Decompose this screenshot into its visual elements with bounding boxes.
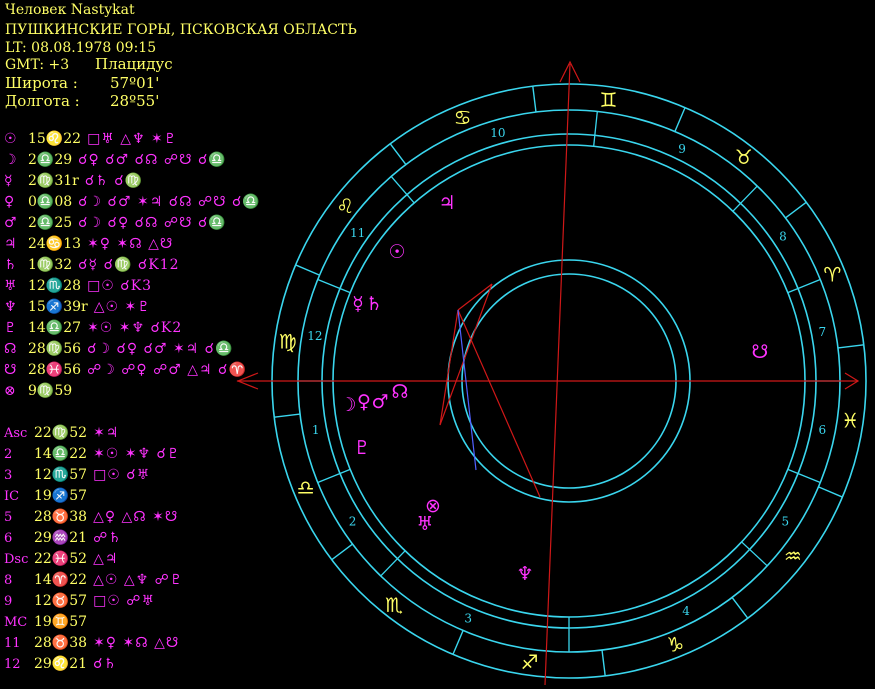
planet-glyph: ♆ [516,563,533,585]
house-number: 2 [349,515,357,529]
house-number: 7 [818,325,826,339]
planet-glyph: ♇ [353,437,370,459]
zodiac-divider [532,86,537,113]
mc-ic-axis [544,63,571,686]
house-cusp-line [787,278,821,294]
zodiac-sign-glyph: ♓ [841,409,859,433]
zodiac-divider [389,143,407,165]
zodiac-divider [295,264,320,276]
planet-glyph: ⊗ [425,495,441,517]
house-number: 4 [682,604,690,618]
planet-glyph: ♃ [438,192,455,214]
house-number: 5 [782,515,790,529]
planet-glyph: ♀ [357,391,371,413]
house-number: 6 [818,423,826,437]
house-number: 8 [779,230,787,244]
house-cusp-line [787,468,821,484]
house-cusp-line [317,278,351,294]
house-number: 10 [490,126,505,140]
house-number: 3 [464,611,472,625]
planet-glyph: ♂ [371,391,388,413]
aspect-line [439,283,493,426]
aspect-line [457,309,541,498]
zodiac-divider [674,107,686,132]
house-number: 11 [350,226,365,240]
zodiac-sign-glyph: ♋ [454,106,472,130]
house-cusp-line [593,111,598,147]
planet-glyph: ☉ [388,241,405,263]
zodiac-divider [601,649,606,676]
zodiac-divider [818,486,843,498]
planet-glyph: ♄ [365,293,382,315]
planet-glyph: ☋ [752,341,769,363]
zodiac-sign-glyph: ♒ [784,544,802,568]
zodiac-sign-glyph: ♉ [735,145,753,169]
zodiac-divider [452,630,464,655]
zodiac-sign-glyph: ♊ [600,88,618,112]
zodiac-sign-glyph: ♈ [823,263,841,287]
house-cusp-line [317,468,351,484]
house-number: 1 [312,423,320,437]
planet-glyph: ☿ [352,293,364,315]
house-number: 12 [307,329,322,343]
zodiac-sign-glyph: ♑ [666,632,684,656]
zodiac-divider [785,201,807,219]
natal-chart-wheel: ♍♌♋♊♉♈♓♒♑♐♏♎123456789101112☉☽☿♀ ♂♃♄♅♆♇☊☋⊗ [236,60,867,686]
zodiac-divider [274,413,301,418]
aspect-line [439,309,459,426]
zodiac-sign-glyph: ♐ [521,650,539,674]
zodiac-divider [331,543,353,561]
zodiac-divider [837,344,864,349]
house-number: 9 [678,142,686,156]
planet-glyph: ☊ [392,381,409,403]
zodiac-sign-glyph: ♎ [297,475,315,499]
zodiac-divider [731,597,749,619]
zodiac-sign-glyph: ♏ [385,593,403,617]
zodiac-sign-glyph: ♌ [336,194,354,218]
planet-glyph: ☽ [339,394,356,416]
zodiac-sign-glyph: ♍ [279,329,297,353]
